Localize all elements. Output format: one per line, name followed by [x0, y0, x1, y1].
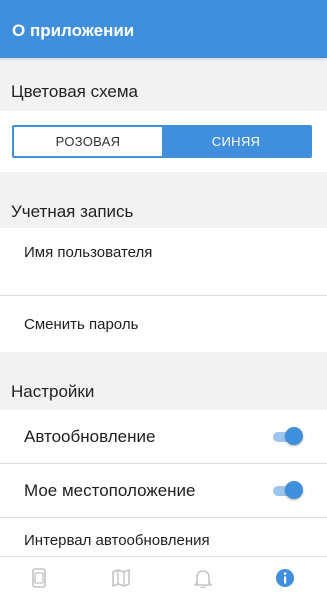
username-row[interactable]: Имя пользователя	[0, 228, 327, 295]
change-password-row[interactable]: Сменить пароль	[0, 296, 327, 352]
page-title: О приложении	[12, 21, 135, 40]
location-toggle[interactable]	[273, 480, 303, 501]
account-header: Учетная запись	[11, 202, 134, 221]
location-row: Мое местоположение	[0, 464, 327, 517]
update-interval-row[interactable]: Интервал автообновления	[0, 518, 327, 556]
color-scheme-selector: РОЗОВАЯ СИНЯЯ	[12, 125, 312, 158]
blue-scheme-option[interactable]: СИНЯЯ	[162, 127, 310, 156]
color-scheme-header: Цветовая схема	[11, 82, 138, 101]
username-label: Имя пользователя	[24, 244, 153, 261]
info-icon[interactable]	[274, 567, 296, 589]
pink-scheme-option[interactable]: РОЗОВАЯ	[14, 127, 162, 156]
toggle-thumb	[285, 480, 303, 499]
bottom-navigation	[0, 556, 327, 601]
map-icon[interactable]	[110, 567, 132, 589]
change-password-label: Сменить пароль	[24, 315, 139, 333]
update-interval-label: Интервал автообновления	[24, 532, 210, 549]
location-label: Мое местоположение	[24, 480, 196, 500]
app-bar: О приложении	[0, 0, 327, 58]
device-icon[interactable]	[28, 567, 50, 589]
auto-update-label: Автообновление	[24, 426, 156, 446]
bell-icon[interactable]	[192, 567, 214, 589]
auto-update-row: Автообновление	[0, 410, 327, 463]
auto-update-toggle[interactable]	[273, 426, 303, 447]
toggle-thumb	[285, 426, 303, 445]
settings-header: Настройки	[11, 382, 95, 401]
